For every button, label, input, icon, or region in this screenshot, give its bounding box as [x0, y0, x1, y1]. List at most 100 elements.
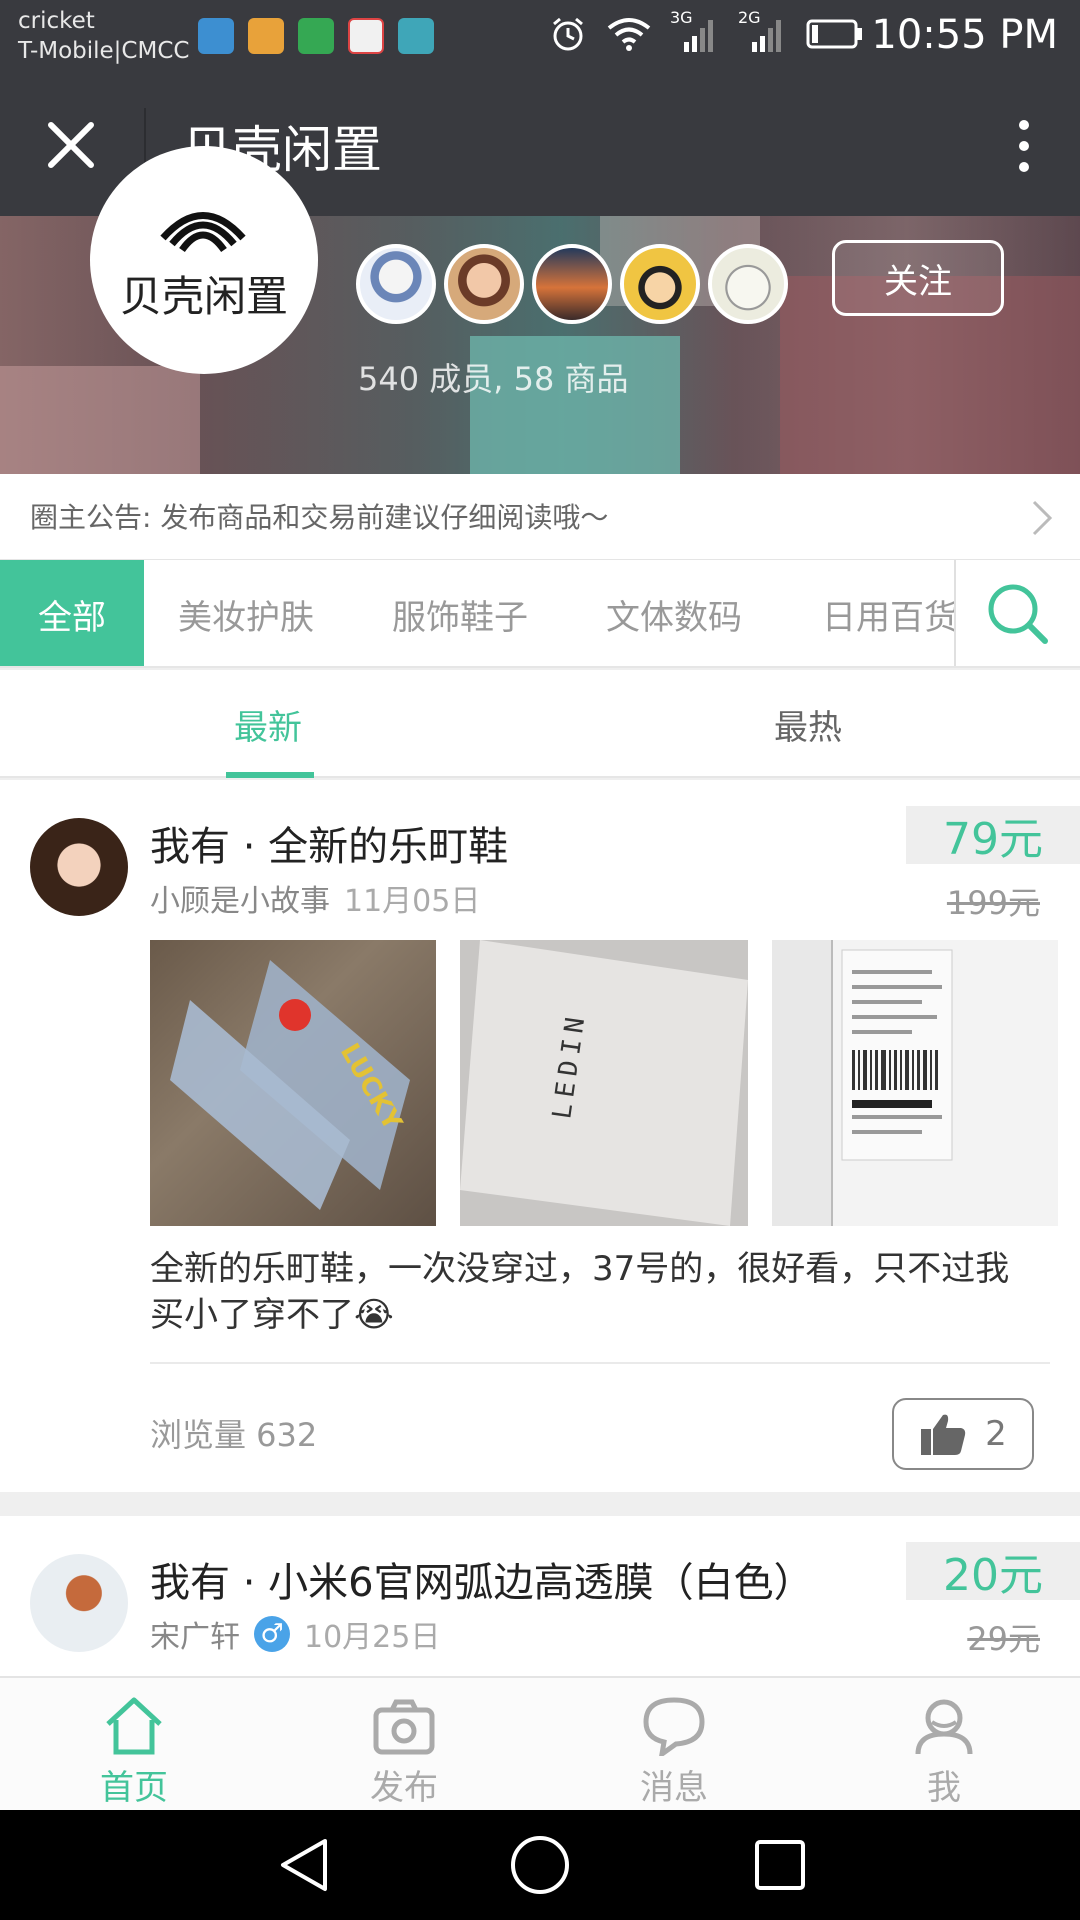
category-tabs: 全部 美妆护肤 服饰鞋子 文体数码 日用百货: [0, 560, 1080, 668]
member-avatar[interactable]: [532, 244, 612, 324]
more-options-button[interactable]: [994, 108, 1054, 184]
signal-3g-icon: 3G: [670, 8, 720, 56]
category-tab-beauty[interactable]: 美妆护肤: [178, 560, 314, 666]
announcement-bar[interactable]: 圈主公告: 发布商品和交易前建议仔细阅读哦～: [0, 474, 1080, 560]
nav-messages-label: 消息: [640, 1768, 708, 1808]
post-meta: 小顾是小故事 11月05日: [150, 876, 480, 920]
member-avatars[interactable]: [356, 244, 788, 324]
post-image-box[interactable]: LEDIN: [460, 940, 748, 1226]
back-triangle-icon: [281, 1839, 327, 1891]
battery-icon: [806, 19, 862, 49]
post-card[interactable]: 我有 · 小米6官网弧边高透膜（白色） 宋广轩 ♂ 10月25日 20元 29元: [0, 1516, 1080, 1676]
category-tab-clothing[interactable]: 服饰鞋子: [392, 560, 528, 666]
carrier-info: cricket T-Mobile|CMCC: [18, 6, 189, 66]
chat-bubble-icon: [643, 1697, 705, 1756]
thumbs-up-icon: [921, 1414, 966, 1455]
mail-notification-icon: [248, 18, 284, 54]
author-name[interactable]: 小顾是小故事: [150, 876, 330, 920]
carrier-line-1: cricket: [18, 8, 95, 34]
post-price: 20元: [906, 1542, 1080, 1601]
close-icon: [48, 122, 94, 168]
like-count: 2: [985, 1414, 1007, 1454]
shield-notification-icon: [298, 18, 334, 54]
bottom-navigation: 首页 发布 消息 我: [0, 1676, 1080, 1810]
post-card[interactable]: 我有 · 全新的乐町鞋 小顾是小故事 11月05日 79元 199元 LUCKY…: [0, 780, 1080, 1492]
search-icon: [988, 584, 1048, 644]
category-tab-sports-digital[interactable]: 文体数码: [606, 560, 742, 666]
chat-notification-icon: [198, 18, 234, 54]
status-bar: cricket T-Mobile|CMCC 3G 2G 10:55 PM: [0, 0, 1080, 72]
home-button[interactable]: [505, 1830, 575, 1900]
group-stats: 540 成员, 58 商品: [358, 360, 629, 398]
more-dot: [1019, 141, 1029, 151]
home-circle-icon: [511, 1836, 569, 1894]
category-tab-daily[interactable]: 日用百货: [822, 560, 958, 666]
label-illustration: [772, 940, 953, 1226]
nav-me[interactable]: 我: [864, 1678, 1024, 1812]
sort-tab-newest[interactable]: 最新: [234, 670, 302, 778]
more-dot: [1019, 162, 1029, 172]
carrier-line-2: T-Mobile|CMCC: [18, 38, 190, 64]
member-avatar[interactable]: [444, 244, 524, 324]
net-type-1: 3G: [670, 8, 693, 27]
post-date: 10月25日: [304, 1620, 441, 1655]
post-images: LUCKY LEDIN: [150, 940, 1058, 1226]
signal-2g-icon: 2G: [738, 8, 788, 56]
nav-publish-label: 发布: [370, 1768, 438, 1808]
gallery-notification-icon: [398, 18, 434, 54]
post-price: 79元: [906, 806, 1080, 865]
nav-messages[interactable]: 消息: [594, 1678, 754, 1812]
clock: 10:55 PM: [871, 12, 1058, 58]
post-title: 我有 · 全新的乐町鞋: [150, 824, 509, 870]
post-original-price: 199元: [946, 884, 1040, 922]
wifi-icon: [607, 18, 651, 51]
post-title: 我有 · 小米6官网弧边高透膜（白色）: [150, 1560, 814, 1606]
user-icon: [915, 1699, 973, 1755]
recents-square-icon: [755, 1840, 805, 1890]
system-icons: 3G 2G: [548, 8, 864, 56]
more-vertical-icon: [1019, 120, 1029, 130]
post-original-price: 29元: [967, 1620, 1040, 1658]
net-type-2: 2G: [738, 8, 761, 27]
sort-tab-hottest[interactable]: 最热: [774, 670, 842, 778]
gmail-notification-icon: [348, 18, 384, 54]
close-button[interactable]: [36, 110, 106, 180]
shoe-illustration: LUCKY: [170, 960, 410, 1210]
post-description: 全新的乐町鞋，一次没穿过，37号的，很好看，只不过我买小了穿不了😭: [150, 1249, 1010, 1335]
author-avatar[interactable]: [30, 1554, 128, 1652]
android-navigation-bar: [0, 1810, 1080, 1920]
sort-tabs: 最新 最热: [0, 670, 1080, 778]
like-button[interactable]: 2: [892, 1398, 1034, 1470]
member-avatar[interactable]: [620, 244, 700, 324]
nav-publish[interactable]: 发布: [324, 1678, 484, 1812]
post-divider: [150, 1362, 1050, 1364]
shell-logo-icon: [160, 212, 246, 253]
nav-home-label: 首页: [100, 1768, 168, 1808]
notification-icons: [198, 18, 434, 54]
group-logo-text: 贝壳闲置: [119, 272, 288, 321]
box-illustration: LEDIN: [460, 940, 748, 1226]
recents-button[interactable]: [745, 1830, 815, 1900]
post-meta: 宋广轩 ♂ 10月25日: [150, 1612, 440, 1656]
banner-background-shape: [0, 366, 200, 474]
nav-me-label: 我: [927, 1768, 961, 1808]
home-icon: [106, 1697, 162, 1755]
member-avatar[interactable]: [356, 244, 436, 324]
category-tab-all[interactable]: 全部: [0, 560, 144, 666]
post-views: 浏览量 632: [150, 1416, 318, 1454]
post-image-shoes[interactable]: LUCKY: [150, 940, 436, 1226]
author-avatar[interactable]: [30, 818, 128, 916]
back-button[interactable]: [268, 1830, 338, 1900]
alarm-icon: [553, 17, 583, 51]
group-logo[interactable]: 贝壳闲置: [90, 146, 318, 374]
nav-home[interactable]: 首页: [54, 1678, 214, 1812]
post-image-label[interactable]: [772, 940, 1058, 1226]
author-name[interactable]: 宋广轩: [150, 1612, 240, 1656]
announcement-text: 圈主公告: 发布商品和交易前建议仔细阅读哦～: [30, 501, 609, 534]
sort-tab-indicator: [226, 772, 314, 778]
search-button[interactable]: [954, 560, 1080, 666]
camera-icon: [373, 1699, 435, 1755]
male-gender-icon: ♂: [254, 1616, 290, 1652]
member-avatar[interactable]: [708, 244, 788, 324]
follow-button[interactable]: 关注: [832, 240, 1004, 316]
